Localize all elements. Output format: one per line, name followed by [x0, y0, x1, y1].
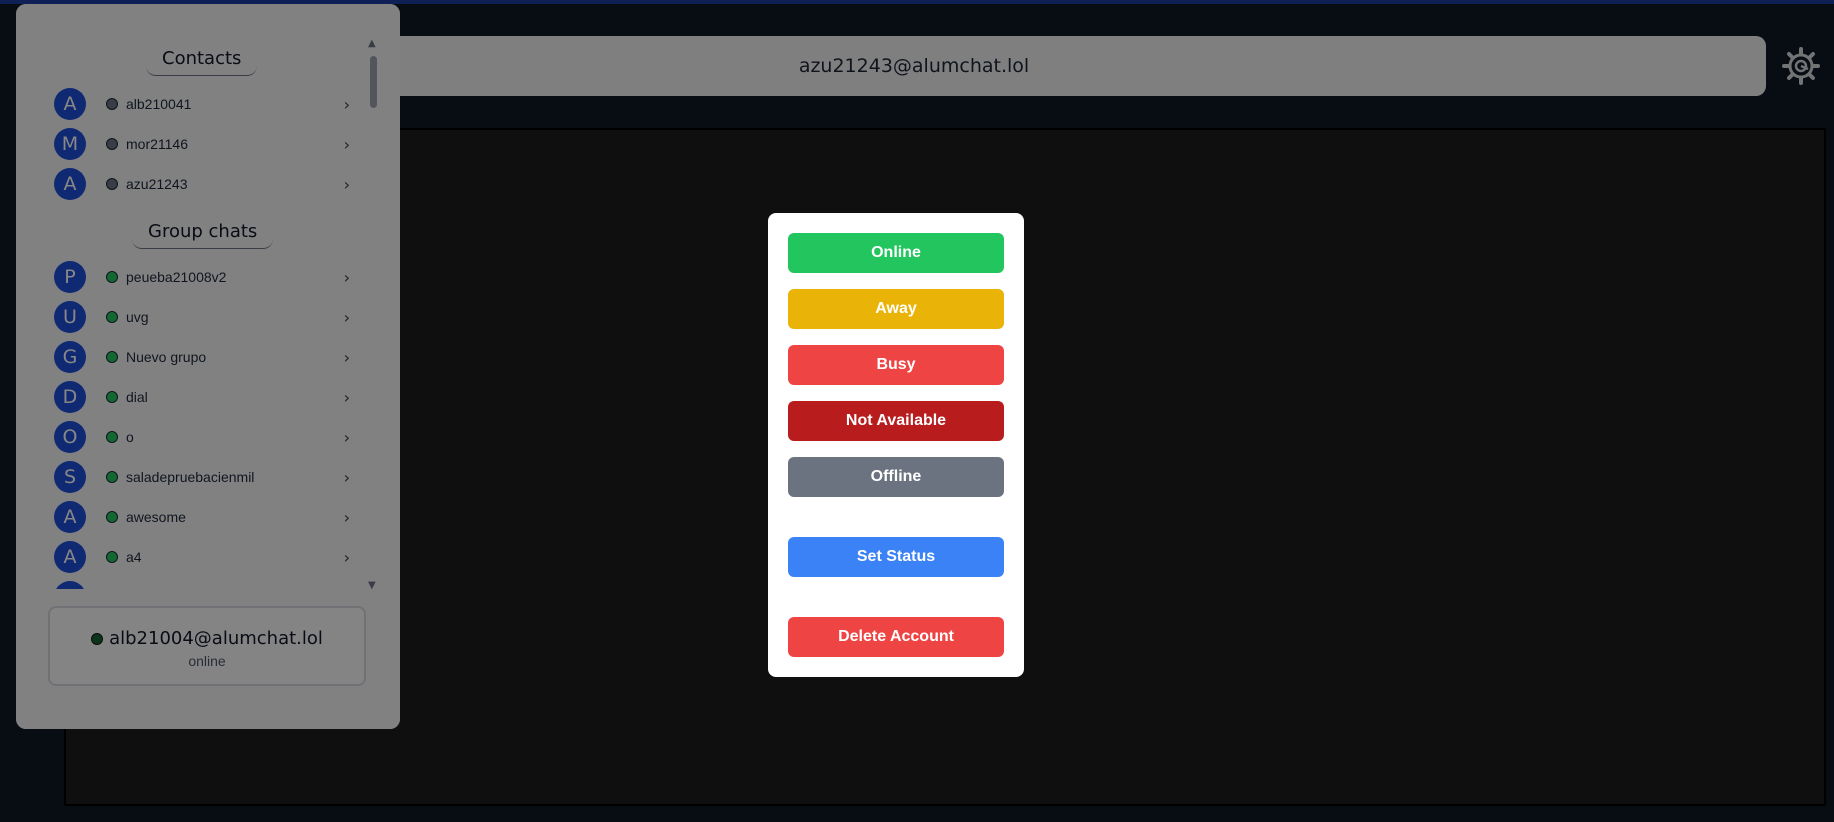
online-button[interactable]: Online [788, 233, 1004, 273]
avatar [54, 581, 86, 589]
avatar: D [54, 381, 86, 413]
group-name: uvg [126, 309, 149, 325]
group-name: Nuevo grupo [126, 349, 207, 365]
avatar: S [54, 461, 86, 493]
chevron-right-icon: › [343, 507, 350, 527]
sidebar-scrollbar[interactable]: ▲ ▼ [366, 38, 380, 592]
group-item[interactable]: O o › [54, 419, 354, 455]
scroll-thumb[interactable] [370, 56, 377, 108]
group-name: o [126, 429, 134, 445]
away-button[interactable]: Away [788, 289, 1004, 329]
status-dot [106, 271, 118, 283]
avatar: A [54, 541, 86, 573]
busy-button[interactable]: Busy [788, 345, 1004, 385]
status-dot [106, 551, 118, 563]
current-user-jid: alb21004@alumchat.lol [109, 628, 323, 649]
group-item[interactable]: D dial › [54, 379, 354, 415]
current-user-card[interactable]: alb21004@alumchat.lol online [48, 606, 366, 686]
contact-name: mor21146 [126, 136, 189, 152]
delete-account-button[interactable]: Delete Account [788, 617, 1004, 657]
set-status-button[interactable]: Set Status [788, 537, 1004, 577]
avatar: O [54, 421, 86, 453]
avatar: U [54, 301, 86, 333]
group-item[interactable]: S saladepruebacienmil › [54, 459, 354, 495]
group-item[interactable]: A a4 › [54, 539, 354, 575]
avatar: P [54, 261, 86, 293]
chevron-right-icon: › [343, 467, 350, 487]
chevron-right-icon: › [343, 427, 350, 447]
status-dot [106, 98, 118, 110]
status-dot [91, 632, 104, 645]
group-item[interactable]: A awesome › [54, 499, 354, 535]
status-dot [106, 431, 118, 443]
contact-item[interactable]: A alb210041 › [54, 86, 354, 122]
group-item[interactable]: U uvg › [54, 299, 354, 335]
status-dot [106, 351, 118, 363]
status-dot [106, 138, 118, 150]
group-name: awesome [126, 509, 186, 525]
chevron-right-icon: › [343, 387, 350, 407]
avatar: A [54, 168, 86, 200]
chevron-right-icon: › [343, 547, 350, 567]
sidebar: Contacts A alb210041 › M mor21146 › A az… [16, 4, 400, 729]
contact-name: alb210041 [126, 96, 192, 112]
group-item[interactable] [54, 579, 354, 589]
group-item[interactable]: P peueba21008v2 › [54, 259, 354, 295]
chat-list[interactable]: Contacts A alb210041 › M mor21146 › A az… [16, 4, 366, 589]
current-user-status: online [188, 653, 226, 669]
offline-button[interactable]: Offline [788, 457, 1004, 497]
contact-item[interactable]: A azu21243 › [54, 166, 354, 202]
group-item[interactable]: G Nuevo grupo › [54, 339, 354, 375]
status-modal: Online Away Busy Not Available Offline S… [768, 213, 1024, 677]
scroll-up-icon[interactable]: ▲ [368, 38, 376, 49]
group-name: saladepruebacienmil [126, 469, 255, 485]
group-chats-title: Group chats [132, 221, 274, 249]
contact-name: azu21243 [126, 176, 188, 192]
contacts-title: Contacts [146, 48, 258, 76]
scroll-down-icon[interactable]: ▼ [368, 580, 376, 591]
avatar: M [54, 128, 86, 160]
status-dot [106, 311, 118, 323]
group-name: peueba21008v2 [126, 269, 227, 285]
avatar: A [54, 88, 86, 120]
contact-item[interactable]: M mor21146 › [54, 126, 354, 162]
group-name: dial [126, 389, 148, 405]
avatar: A [54, 501, 86, 533]
status-dot [106, 511, 118, 523]
not-available-button[interactable]: Not Available [788, 401, 1004, 441]
status-dot [106, 178, 118, 190]
status-dot [106, 391, 118, 403]
chevron-right-icon: › [343, 94, 350, 114]
chevron-right-icon: › [343, 134, 350, 154]
avatar: G [54, 341, 86, 373]
chevron-right-icon: › [343, 347, 350, 367]
chevron-right-icon: › [343, 267, 350, 287]
chevron-right-icon: › [343, 174, 350, 194]
chevron-right-icon: › [343, 307, 350, 327]
group-name: a4 [126, 549, 142, 565]
status-dot [106, 471, 118, 483]
